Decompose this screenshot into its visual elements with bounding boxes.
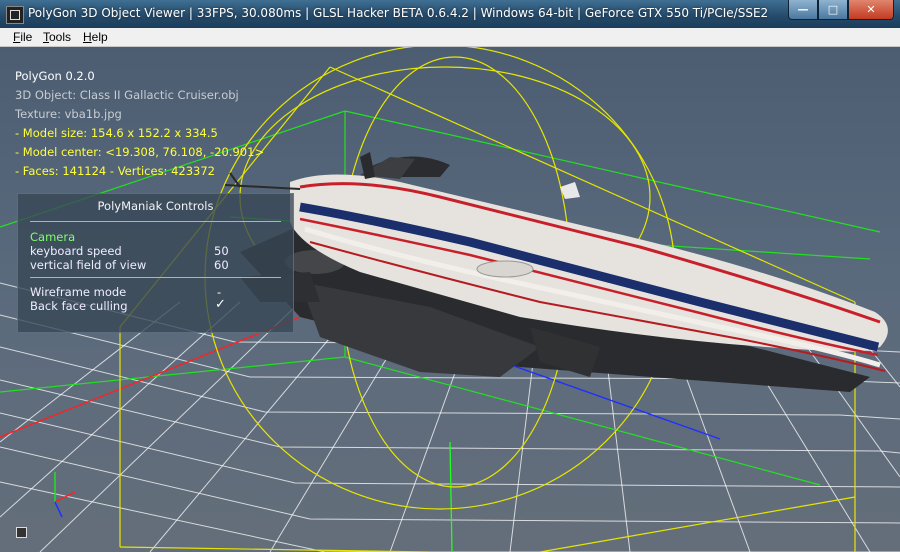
camera-section-header: Camera bbox=[30, 230, 76, 244]
panel-title: PolyManiak Controls bbox=[97, 199, 214, 213]
close-button[interactable]: ✕ bbox=[848, 0, 894, 20]
menu-file[interactable]: File bbox=[13, 30, 32, 44]
faces-vertices: - Faces: 141124 - Vertices: 423372 bbox=[15, 164, 215, 178]
panel-divider bbox=[30, 277, 281, 278]
3d-viewport[interactable]: PolyGon 0.2.0 3D Object: Class II Gallac… bbox=[0, 47, 900, 552]
app-icon[interactable] bbox=[6, 6, 24, 24]
model-center: - Model center: <19.308, 76.108, -20.901… bbox=[15, 145, 265, 159]
app-version: PolyGon 0.2.0 bbox=[15, 69, 95, 83]
minimize-button[interactable]: — bbox=[788, 0, 818, 20]
window-controls: — □ ✕ bbox=[788, 0, 894, 20]
menu-tools[interactable]: Tools bbox=[43, 30, 71, 44]
toggle-ui-button[interactable] bbox=[16, 527, 27, 538]
back-face-culling-checkbox[interactable]: ✓ bbox=[215, 297, 226, 312]
polymaniak-controls-panel: PolyManiak Controls Camera keyboard spee… bbox=[17, 193, 294, 333]
title-bar: PolyGon 3D Object Viewer | 33FPS, 30.080… bbox=[0, 0, 900, 29]
wireframe-mode-label: Wireframe mode bbox=[30, 285, 127, 299]
fov-value[interactable]: 60 bbox=[214, 258, 229, 272]
model-size: - Model size: 154.6 x 152.2 x 334.5 bbox=[15, 126, 218, 140]
axis-y-line bbox=[449, 441, 453, 552]
menu-bar: File Tools Help bbox=[0, 28, 900, 47]
fov-label: vertical field of view bbox=[30, 258, 147, 272]
keyboard-speed-value[interactable]: 50 bbox=[214, 244, 229, 258]
maximize-button[interactable]: □ bbox=[818, 0, 848, 20]
object-name: 3D Object: Class II Gallactic Cruiser.ob… bbox=[15, 88, 239, 102]
model-info-overlay: PolyGon 0.2.0 3D Object: Class II Gallac… bbox=[15, 67, 264, 181]
window-title: PolyGon 3D Object Viewer | 33FPS, 30.080… bbox=[28, 6, 769, 20]
back-face-culling-label: Back face culling bbox=[30, 299, 128, 313]
panel-divider bbox=[30, 221, 281, 222]
menu-help[interactable]: Help bbox=[83, 30, 108, 44]
texture-name: Texture: vba1b.jpg bbox=[15, 107, 122, 121]
keyboard-speed-label: keyboard speed bbox=[30, 244, 122, 258]
